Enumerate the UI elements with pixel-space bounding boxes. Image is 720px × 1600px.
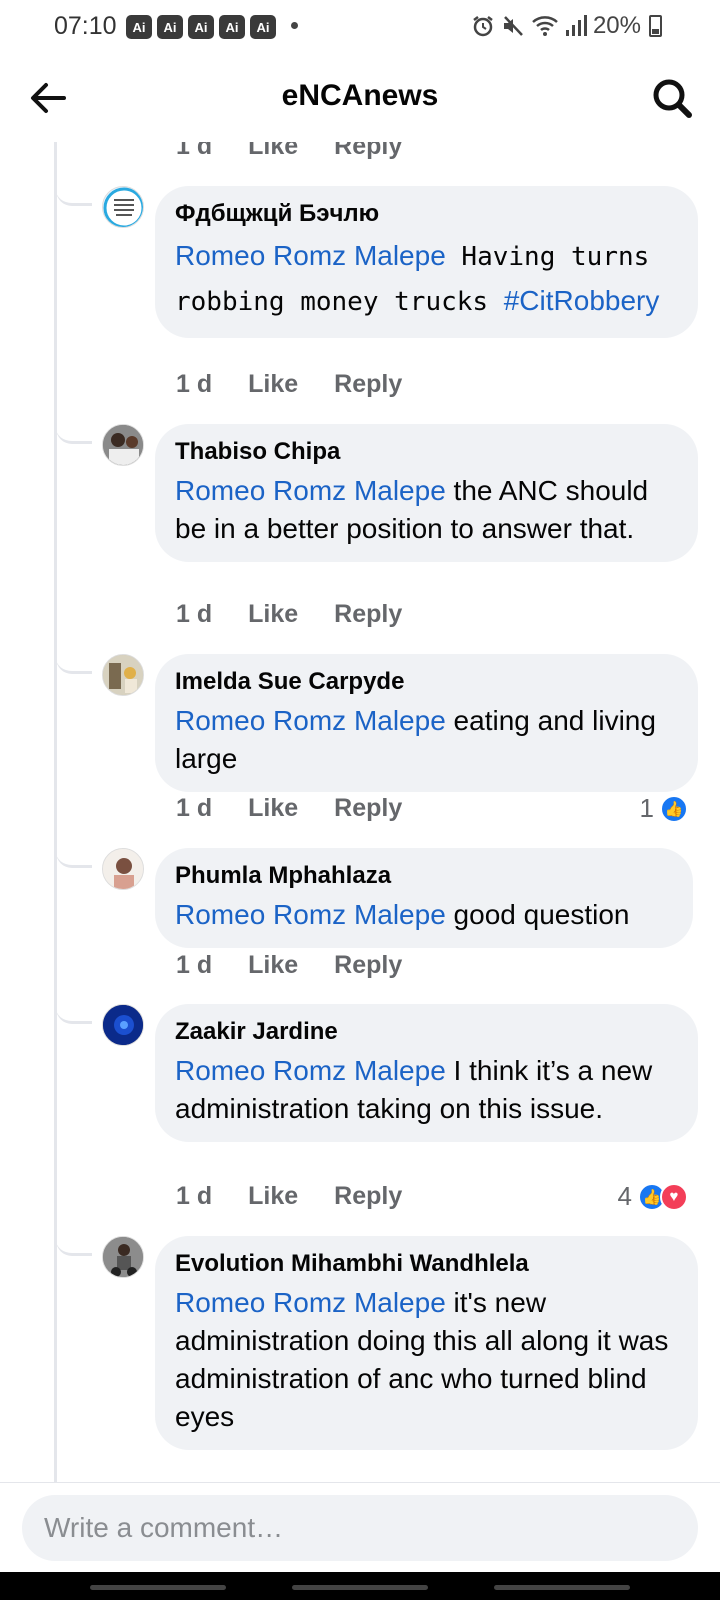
thread-branch xyxy=(56,424,92,444)
nav-back-handle[interactable] xyxy=(494,1585,630,1590)
like-reaction-icon: 👍 xyxy=(660,794,688,823)
avatar[interactable] xyxy=(102,1236,144,1278)
comment-time: 1 d xyxy=(176,600,213,628)
comment-bubble[interactable]: Thabiso Chipa Romeo Romz Malepe the ANC … xyxy=(155,424,698,562)
comment-bubble[interactable]: Phumla Mphahlaza Romeo Romz Malepe good … xyxy=(155,848,693,948)
comment-time: 1 d xyxy=(176,794,213,822)
battery-icon xyxy=(649,15,662,37)
alarm-icon xyxy=(473,16,493,37)
comment-author[interactable]: Evolution Mihambhi Wandhlela xyxy=(175,1250,676,1278)
comment-actions: 1 d Like Reply xyxy=(176,794,438,823)
reply-button[interactable]: Reply xyxy=(334,1182,402,1211)
reaction-count: 1 xyxy=(639,793,654,823)
comment-text: Romeo Romz Malepe good question xyxy=(175,896,671,934)
comment-author[interactable]: Фдбщжцй Бэчлю xyxy=(175,200,676,228)
reply-button[interactable]: Reply xyxy=(334,600,402,629)
mention-link[interactable]: Romeo Romz Malepe xyxy=(175,899,446,930)
nav-home-handle[interactable] xyxy=(292,1585,428,1590)
like-button[interactable]: Like xyxy=(248,951,298,980)
like-button[interactable]: Like xyxy=(248,794,298,823)
comment-actions: 1 d Like Reply xyxy=(176,370,438,399)
nav-recents-handle[interactable] xyxy=(90,1585,226,1590)
ai-badges: Ai Ai Ai Ai Ai xyxy=(126,15,276,39)
like-button[interactable]: Like xyxy=(248,1182,298,1211)
comment-author[interactable]: Zaakir Jardine xyxy=(175,1018,676,1046)
composer-bar: Write a comment… xyxy=(0,1482,720,1572)
thread-branch xyxy=(56,654,92,674)
status-icons: 20% xyxy=(471,12,662,40)
like-button[interactable]: Like xyxy=(248,600,298,629)
ai-badge: Ai xyxy=(126,15,152,39)
system-nav-bar xyxy=(0,1572,720,1600)
mention-link[interactable]: Romeo Romz Malepe xyxy=(175,1055,446,1086)
app-header: eNCAnews xyxy=(0,52,720,142)
hashtag-link[interactable]: #CitRobbery xyxy=(504,285,660,316)
comment-text: Romeo Romz Malepe eating and living larg… xyxy=(175,702,676,778)
reply-button[interactable]: Reply xyxy=(334,951,402,980)
comment-body: good question xyxy=(445,899,630,930)
comment-time: 1 d xyxy=(176,951,213,979)
comment-bubble[interactable]: Фдбщжцй Бэчлю Romeo Romz Malepe Having t… xyxy=(155,186,698,338)
search-button[interactable] xyxy=(650,76,694,120)
reaction-summary[interactable]: 4 👍 ♥ xyxy=(618,1181,688,1212)
mention-link[interactable]: Romeo Romz Malepe xyxy=(175,475,446,506)
thread-branch xyxy=(56,848,92,868)
comment-author[interactable]: Thabiso Chipa xyxy=(175,438,676,466)
comment-text: Romeo Romz Malepe Having turns robbing m… xyxy=(175,234,676,324)
comment-actions: 1 d Like Reply xyxy=(176,1182,438,1211)
comment-bubble[interactable]: Evolution Mihambhi Wandhlela Romeo Romz … xyxy=(155,1236,698,1450)
avatar[interactable] xyxy=(102,654,144,696)
reply-button[interactable]: Reply xyxy=(334,142,402,161)
thread-line xyxy=(54,142,57,1482)
reply-button[interactable]: Reply xyxy=(334,794,402,823)
comment-actions: 1 d Like Reply xyxy=(176,142,438,161)
comment-text: Romeo Romz Malepe I think it’s a new adm… xyxy=(175,1052,676,1128)
avatar[interactable] xyxy=(102,1004,144,1046)
battery-percent: 20% xyxy=(592,12,641,39)
comment-time: 1 d xyxy=(176,1182,213,1210)
comment-text: Romeo Romz Malepe the ANC should be in a… xyxy=(175,472,676,548)
avatar[interactable] xyxy=(102,424,144,466)
thread-branch xyxy=(56,1004,92,1024)
thread-branch xyxy=(56,1236,92,1256)
avatar[interactable] xyxy=(102,848,144,890)
comment-text: Romeo Romz Malepe it's new administratio… xyxy=(175,1284,676,1436)
thread-branch xyxy=(56,186,92,206)
mention-link[interactable]: Romeo Romz Malepe xyxy=(175,240,446,271)
comment-time: 1 d xyxy=(176,142,213,160)
reply-button[interactable]: Reply xyxy=(334,370,402,399)
like-button[interactable]: Like xyxy=(248,370,298,399)
ai-badge: Ai xyxy=(157,15,183,39)
comment-author[interactable]: Phumla Mphahlaza xyxy=(175,862,671,890)
comment-thread[interactable]: 1 d Like Reply Фдбщжцй Бэчлю Romeo Romz … xyxy=(0,142,720,1482)
comment-actions: 1 d Like Reply xyxy=(176,600,438,629)
ai-badge: Ai xyxy=(188,15,214,39)
page-title: eNCAnews xyxy=(281,79,439,112)
mention-link[interactable]: Romeo Romz Malepe xyxy=(175,705,446,736)
love-reaction-icon: ♥ xyxy=(660,1182,688,1211)
search-icon xyxy=(653,79,692,118)
ai-badge: Ai xyxy=(250,15,276,39)
wifi-icon xyxy=(532,16,558,36)
like-button[interactable]: Like xyxy=(248,142,298,161)
avatar[interactable] xyxy=(102,186,144,228)
signal-icon xyxy=(565,15,587,36)
comment-bubble[interactable]: Imelda Sue Carpyde Romeo Romz Malepe eat… xyxy=(155,654,698,792)
ai-badge: Ai xyxy=(219,15,245,39)
status-time: 07:10 xyxy=(54,12,117,40)
status-bar: 07:10 Ai Ai Ai Ai Ai 20% xyxy=(0,0,720,52)
comment-actions: 1 d Like Reply xyxy=(176,951,438,980)
mention-link[interactable]: Romeo Romz Malepe xyxy=(175,1287,446,1318)
comment-bubble[interactable]: Zaakir Jardine Romeo Romz Malepe I think… xyxy=(155,1004,698,1142)
comment-input[interactable]: Write a comment… xyxy=(22,1495,698,1561)
comment-author[interactable]: Imelda Sue Carpyde xyxy=(175,668,676,696)
reaction-summary[interactable]: 1 👍 xyxy=(640,793,688,824)
notification-dot xyxy=(291,22,298,29)
comment-time: 1 d xyxy=(176,370,213,398)
mute-icon xyxy=(503,16,523,36)
reaction-count: 4 xyxy=(617,1181,632,1211)
